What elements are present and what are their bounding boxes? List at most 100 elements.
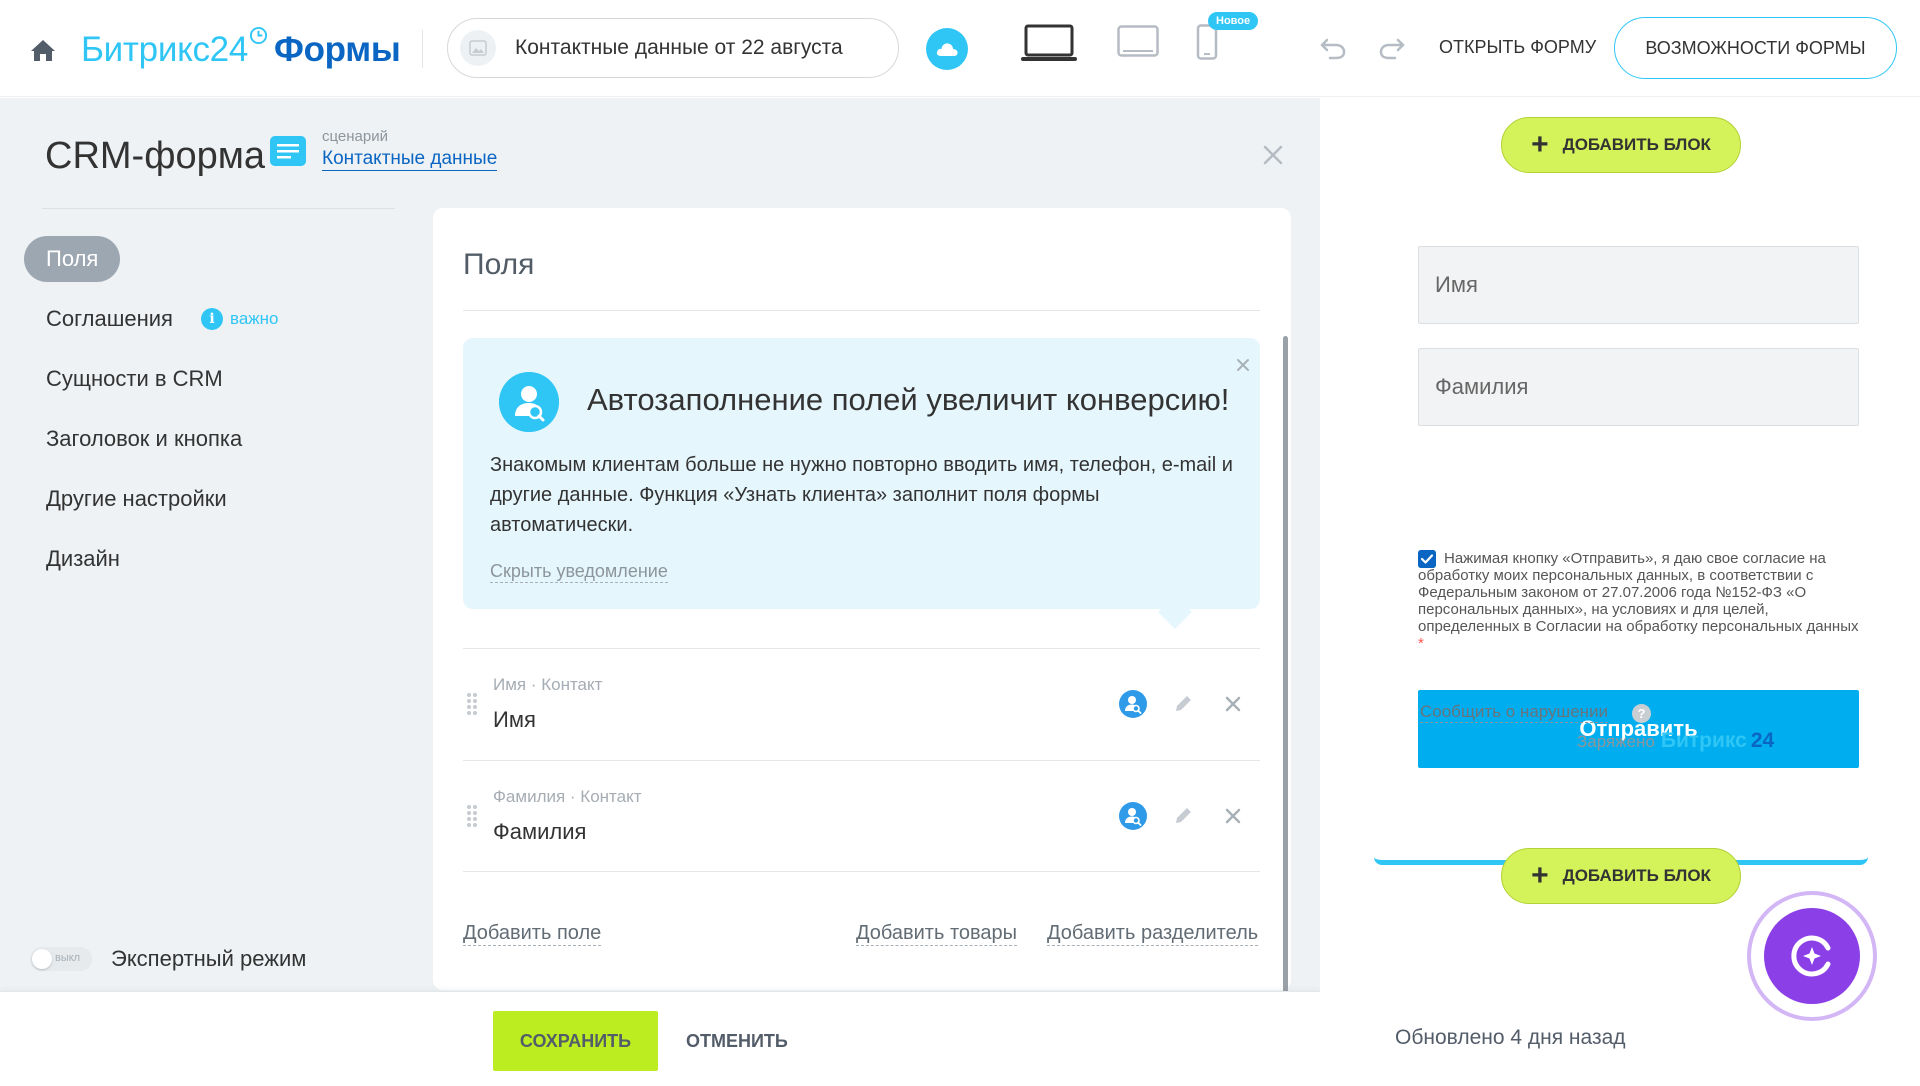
user-search-icon[interactable]	[1118, 801, 1148, 831]
field-meta: Имя · Контакт	[493, 675, 603, 694]
ai-assistant-icon	[1764, 908, 1860, 1004]
field-name: Фамилия	[493, 819, 587, 844]
expert-mode: выкл Экспертный режим	[30, 946, 306, 972]
powered-brand: Битрикс	[1660, 729, 1747, 752]
settings-area: CRM-форма сценарий Контактные данные Пол…	[0, 98, 1320, 1036]
pencil-icon[interactable]	[1168, 801, 1198, 831]
powered-label: Заряжено	[1577, 732, 1655, 751]
open-form-link[interactable]: ОТКРЫТЬ ФОРМУ	[1439, 37, 1596, 58]
logo-product: Формы	[274, 30, 401, 69]
report-violation-link[interactable]: Сообщить о нарушении	[1420, 702, 1609, 723]
panel-scrollbar[interactable]	[1283, 336, 1288, 1036]
ai-assistant-button[interactable]	[1747, 891, 1877, 1021]
sidebar-item-design[interactable]: Дизайн	[24, 536, 142, 582]
form-title-selector[interactable]: Контактные данные от 22 августа	[447, 18, 899, 78]
close-icon[interactable]	[1218, 689, 1248, 719]
sidebar-item-crm-entities[interactable]: Сущности в CRM	[24, 356, 245, 402]
logo-brand: Битрикс24	[81, 30, 249, 69]
save-button[interactable]: СОХРАНИТЬ	[493, 1011, 658, 1071]
expert-mode-toggle[interactable]: выкл	[30, 947, 92, 971]
form-title: Контактные данные от 22 августа	[515, 36, 843, 59]
first-name-input[interactable]: Имя	[1418, 246, 1859, 324]
add-block-button-bottom[interactable]: + ДОБАВИТЬ БЛОК	[1501, 848, 1741, 904]
add-field-link[interactable]: Добавить поле	[463, 921, 602, 946]
add-block-label: ДОБАВИТЬ БЛОК	[1562, 135, 1711, 154]
new-badge: Новое	[1208, 12, 1259, 30]
consent-text: Нажимая кнопку «Отправить», я даю свое с…	[1418, 550, 1859, 635]
important-badge[interactable]: i важно	[200, 308, 279, 330]
help-icon[interactable]: ?	[1632, 704, 1651, 723]
consent-text-wrapper: Нажимая кнопку «Отправить», я даю свое с…	[1418, 550, 1859, 652]
plus-icon: +	[1531, 128, 1549, 161]
page-title: CRM-форма	[45, 135, 265, 177]
sidebar-item-other-settings[interactable]: Другие настройки	[24, 476, 249, 522]
scenario-label: сценарий	[322, 128, 388, 145]
laptop-icon[interactable]	[1020, 24, 1078, 62]
add-products-link[interactable]: Добавить товары	[856, 921, 1018, 946]
add-divider-link[interactable]: Добавить разделитель	[1047, 921, 1259, 946]
sidebar-item-label: Дизайн	[46, 546, 120, 571]
sidebar-item-agreements[interactable]: Соглашения i важно	[24, 296, 301, 342]
header-divider	[422, 30, 423, 68]
form-features-button[interactable]: ВОЗМОЖНОСТИ ФОРМЫ	[1614, 17, 1897, 79]
add-block-button-top[interactable]: + ДОБАВИТЬ БЛОК	[1501, 117, 1741, 173]
notice-tail	[1158, 595, 1192, 629]
field-name: Имя	[493, 707, 536, 732]
cancel-button[interactable]: ОТМЕНИТЬ	[686, 1031, 788, 1052]
pencil-icon[interactable]	[1168, 689, 1198, 719]
sidebar-item-label: Поля	[46, 246, 99, 271]
toggle-knob	[32, 949, 52, 969]
fields-panel: Поля Автозаполнение полей увеличит конве…	[433, 208, 1291, 990]
notice-title: Автозаполнение полей увеличит конверсию!	[587, 382, 1230, 417]
form-preview: + ДОБАВИТЬ БЛОК Имя Фамилия Нажимая кноп…	[1320, 98, 1920, 1086]
powered-brand-number: 24	[1750, 729, 1775, 752]
sidebar-divider	[42, 208, 395, 209]
clock-icon	[249, 26, 268, 45]
sidebar-item-label: Сущности в CRM	[46, 366, 223, 391]
redo-icon[interactable]	[1377, 32, 1407, 62]
expert-mode-label: Экспертный режим	[111, 946, 307, 971]
image-placeholder-icon	[460, 30, 496, 66]
notice-text: Знакомым клиентам больше не нужно повтор…	[490, 454, 1233, 536]
sidebar-item-fields[interactable]: Поля	[24, 236, 121, 282]
toggle-state-label: выкл	[55, 952, 81, 964]
panel-divider	[463, 310, 1260, 311]
last-name-input[interactable]: Фамилия	[1418, 348, 1859, 426]
field-meta: Фамилия · Контакт	[493, 787, 642, 806]
close-icon[interactable]	[1262, 144, 1284, 166]
powered-by[interactable]: Заряжено Битрикс 24	[1577, 729, 1774, 753]
hide-notice-link[interactable]: Скрыть уведомление	[490, 560, 668, 583]
drag-handle-icon[interactable]	[465, 803, 479, 829]
undo-icon[interactable]	[1318, 32, 1348, 62]
sidebar-item-label: Соглашения	[46, 306, 173, 331]
field-row-last-name: Фамилия · Контакт Фамилия	[463, 760, 1260, 872]
important-label: важно	[229, 309, 279, 328]
field-row-first-name: Имя · Контакт Имя	[463, 648, 1260, 760]
consent-block: Нажимая кнопку «Отправить», я даю свое с…	[1418, 550, 1859, 652]
plus-icon: +	[1531, 859, 1549, 892]
close-icon[interactable]	[1236, 358, 1250, 372]
user-search-icon[interactable]	[1118, 689, 1148, 719]
scenario-icon	[270, 136, 306, 166]
app-logo[interactable]: Битрикс24 Формы	[81, 26, 401, 70]
input-placeholder: Имя	[1435, 272, 1478, 297]
consent-checkbox[interactable]	[1418, 550, 1436, 568]
cloud-icon	[936, 43, 958, 56]
info-icon: i	[200, 308, 223, 330]
sidebar-item-header-button[interactable]: Заголовок и кнопка	[24, 416, 264, 462]
required-mark: *	[1418, 635, 1424, 652]
last-updated: Обновлено 4 дня назад	[1395, 1026, 1626, 1049]
input-placeholder: Фамилия	[1435, 374, 1529, 399]
add-block-label: ДОБАВИТЬ БЛОК	[1562, 866, 1711, 885]
tablet-icon[interactable]	[1117, 25, 1159, 57]
home-icon[interactable]	[30, 38, 56, 62]
sidebar-item-label: Заголовок и кнопка	[46, 426, 243, 451]
sidebar-item-label: Другие настройки	[46, 486, 227, 511]
panel-title: Поля	[463, 248, 535, 281]
scenario-link[interactable]: Контактные данные	[322, 148, 498, 171]
cloud-save-button[interactable]	[926, 28, 968, 70]
bottom-bar: СОХРАНИТЬ ОТМЕНИТЬ	[0, 991, 1320, 1086]
form-card: Имя Фамилия Нажимая кнопку «Отправить», …	[1374, 228, 1868, 865]
drag-handle-icon[interactable]	[465, 691, 479, 717]
close-icon[interactable]	[1218, 801, 1248, 831]
